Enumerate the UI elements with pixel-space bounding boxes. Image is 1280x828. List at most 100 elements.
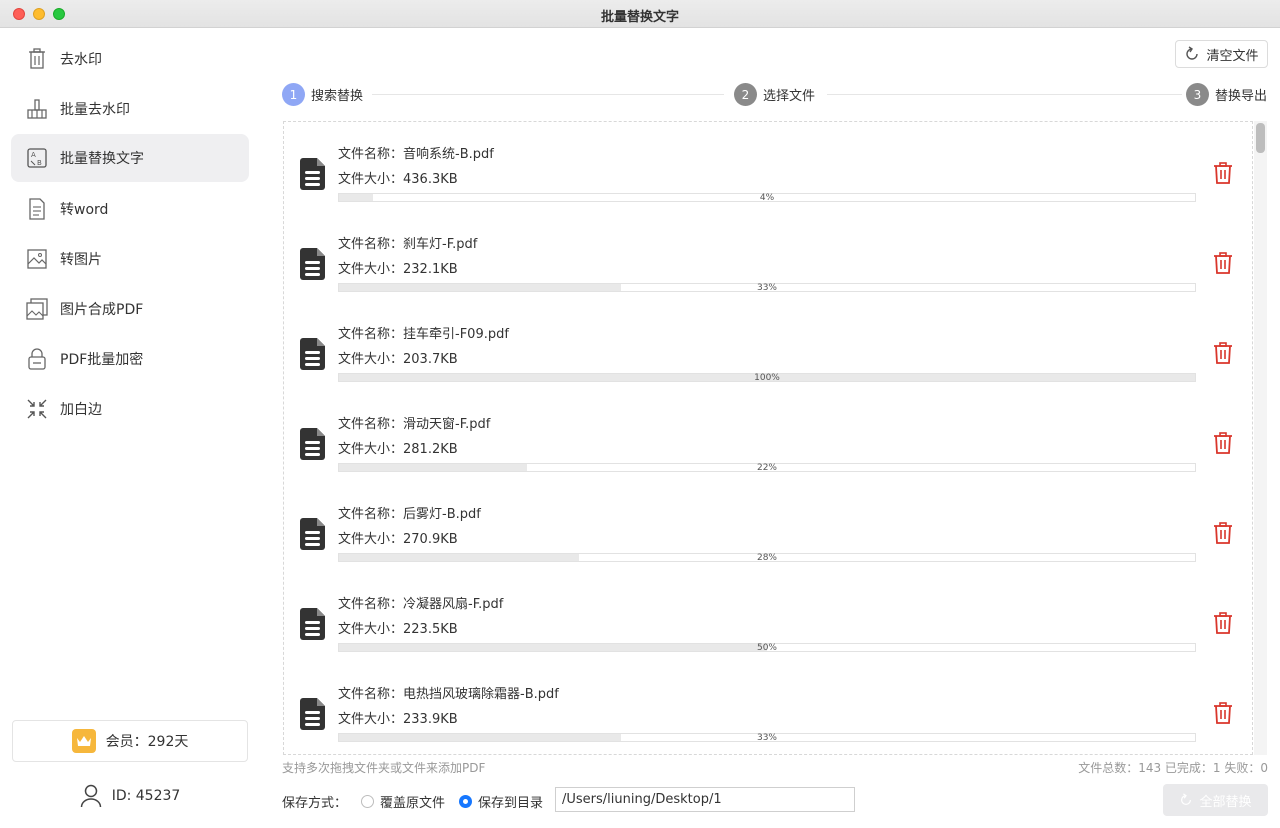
shrink-arrows-icon bbox=[26, 398, 48, 420]
file-stats: 文件总数：143 已完成：1 失败：0 bbox=[1078, 761, 1268, 775]
file-progress-bar: 100% bbox=[338, 373, 1196, 383]
membership-panel[interactable]: 会员：292天 bbox=[12, 720, 248, 762]
file-progress-bar: 33% bbox=[338, 283, 1196, 293]
sidebar-item-batch-remove-watermark[interactable]: 批量去水印 bbox=[11, 85, 249, 133]
replace-all-button[interactable]: 全部替换 bbox=[1163, 784, 1268, 816]
file-size: 文件大小：436.3KB bbox=[338, 172, 458, 187]
pdf-file-icon bbox=[300, 158, 326, 194]
sidebar-item-label: 去水印 bbox=[60, 52, 102, 68]
radio-save-to-directory[interactable]: 保存到目录 bbox=[459, 792, 543, 811]
sidebar-item-images-to-pdf[interactable]: 图片合成PDF bbox=[11, 285, 249, 333]
file-name: 文件名称：电热挡风玻璃除霜器-B.pdf bbox=[338, 687, 559, 702]
svg-text:B: B bbox=[37, 159, 42, 167]
batch-erase-icon bbox=[26, 98, 48, 120]
replace-all-label: 全部替换 bbox=[1199, 794, 1252, 810]
refresh-icon bbox=[1186, 46, 1199, 60]
step-replace-export[interactable]: 3 替换导出 bbox=[1186, 83, 1267, 106]
membership-days: 会员：292天 bbox=[105, 734, 189, 750]
file-progress-bar: 28% bbox=[338, 553, 1196, 563]
file-row: 文件名称：挂车牵引-F09.pdf 文件大小：203.7KB 100% bbox=[284, 310, 1252, 400]
step-number: 1 bbox=[282, 83, 305, 106]
file-name: 文件名称：挂车牵引-F09.pdf bbox=[338, 327, 509, 342]
step-indicator: 1 搜索替换 2 选择文件 3 替换导出 bbox=[282, 83, 1270, 107]
lock-icon bbox=[26, 348, 48, 370]
file-progress-bar: 33% bbox=[338, 733, 1196, 743]
file-name: 文件名称：音响系统-B.pdf bbox=[338, 147, 494, 162]
progress-text: 100% bbox=[754, 373, 780, 383]
file-row: 文件名称：音响系统-B.pdf 文件大小：436.3KB 4% bbox=[284, 130, 1252, 220]
user-id: ID: 45237 bbox=[12, 782, 248, 810]
crown-icon bbox=[71, 729, 96, 753]
step-search-replace[interactable]: 1 搜索替换 bbox=[282, 83, 363, 106]
sidebar-item-label: PDF批量加密 bbox=[60, 352, 144, 368]
file-row: 文件名称：滑动天窗-F.pdf 文件大小：281.2KB 22% bbox=[284, 400, 1252, 490]
clear-files-label: 清空文件 bbox=[1206, 48, 1259, 64]
sidebar-item-label: 批量替换文字 bbox=[60, 151, 144, 167]
file-row: 文件名称：电热挡风玻璃除霜器-B.pdf 文件大小：233.9KB 33% bbox=[284, 670, 1252, 754]
delete-file-icon[interactable] bbox=[1213, 702, 1233, 728]
images-merge-icon bbox=[26, 298, 48, 320]
file-row: 文件名称：刹车灯-F.pdf 文件大小：232.1KB 33% bbox=[284, 220, 1252, 310]
trash-doc-icon bbox=[26, 48, 48, 70]
radio-button-selected[interactable] bbox=[459, 795, 472, 808]
user-id-text: ID: 45237 bbox=[111, 788, 181, 804]
radio-label: 覆盖原文件 bbox=[380, 796, 446, 811]
clear-files-button[interactable]: 清空文件 bbox=[1175, 40, 1268, 68]
sidebar-item-label: 转word bbox=[60, 202, 109, 218]
sidebar-item-label: 转图片 bbox=[60, 252, 102, 268]
file-row: 文件名称：后雾灯-B.pdf 文件大小：270.9KB 28% bbox=[284, 490, 1252, 580]
radio-label: 保存到目录 bbox=[478, 796, 544, 811]
pdf-file-icon bbox=[300, 698, 326, 734]
step-number: 2 bbox=[734, 83, 757, 106]
sidebar: 去水印 批量去水印 AB 批量替换文字 转word 转图片 图片合成PDF PD… bbox=[0, 29, 260, 828]
window-title: 批量替换文字 bbox=[600, 10, 679, 25]
progress-text: 33% bbox=[756, 733, 777, 743]
radio-overwrite-original[interactable]: 覆盖原文件 bbox=[361, 792, 445, 811]
file-size: 文件大小：281.2KB bbox=[338, 442, 458, 457]
file-name: 文件名称：后雾灯-B.pdf bbox=[338, 507, 481, 522]
progress-text: 4% bbox=[759, 193, 775, 203]
text-replace-icon: AB bbox=[26, 147, 48, 169]
delete-file-icon[interactable] bbox=[1213, 162, 1233, 188]
file-name: 文件名称：冷凝器风扇-F.pdf bbox=[338, 597, 504, 612]
delete-file-icon[interactable] bbox=[1213, 342, 1233, 368]
refresh-icon bbox=[1181, 793, 1192, 805]
pdf-file-icon bbox=[300, 608, 326, 644]
step-select-files[interactable]: 2 选择文件 bbox=[734, 83, 815, 106]
title-bar: 批量替换文字 bbox=[0, 0, 1280, 28]
sidebar-item-to-image[interactable]: 转图片 bbox=[11, 235, 249, 283]
sidebar-item-remove-watermark[interactable]: 去水印 bbox=[11, 35, 249, 83]
step-label: 替换导出 bbox=[1215, 89, 1268, 104]
sidebar-item-label: 图片合成PDF bbox=[60, 302, 144, 318]
progress-text: 22% bbox=[756, 463, 777, 473]
document-icon bbox=[26, 198, 48, 220]
image-icon bbox=[26, 248, 48, 270]
sidebar-item-add-white-border[interactable]: 加白边 bbox=[11, 385, 249, 433]
sidebar-item-to-word[interactable]: 转word bbox=[11, 185, 249, 233]
scrollbar-thumb[interactable] bbox=[1256, 123, 1265, 153]
delete-file-icon[interactable] bbox=[1213, 432, 1233, 458]
delete-file-icon[interactable] bbox=[1213, 612, 1233, 638]
radio-button[interactable] bbox=[361, 795, 374, 808]
pdf-file-icon bbox=[300, 248, 326, 284]
step-connector bbox=[372, 94, 724, 95]
step-number: 3 bbox=[1186, 83, 1209, 106]
svg-text:A: A bbox=[31, 151, 36, 159]
file-drop-area[interactable]: 文件名称：音响系统-B.pdf 文件大小：436.3KB 4% 文件名称：刹车灯-F.… bbox=[283, 121, 1253, 755]
save-mode-label: 保存方式： bbox=[282, 796, 348, 811]
sidebar-item-batch-replace-text[interactable]: AB 批量替换文字 bbox=[11, 134, 249, 182]
output-path-input[interactable] bbox=[555, 787, 855, 812]
file-size: 文件大小：203.7KB bbox=[338, 352, 458, 367]
progress-text: 33% bbox=[756, 283, 777, 293]
step-label: 选择文件 bbox=[763, 89, 816, 104]
pdf-file-icon bbox=[300, 518, 326, 554]
file-progress-bar: 4% bbox=[338, 193, 1196, 203]
delete-file-icon[interactable] bbox=[1213, 252, 1233, 278]
sidebar-item-pdf-encrypt[interactable]: PDF批量加密 bbox=[11, 335, 249, 383]
file-list-scrollbar[interactable] bbox=[1254, 121, 1267, 755]
file-size: 文件大小：270.9KB bbox=[338, 532, 458, 547]
drop-hint: 支持多次拖拽文件夹或文件来添加PDF bbox=[282, 761, 486, 775]
progress-text: 28% bbox=[756, 553, 777, 563]
delete-file-icon[interactable] bbox=[1213, 522, 1233, 548]
pdf-file-icon bbox=[300, 338, 326, 374]
